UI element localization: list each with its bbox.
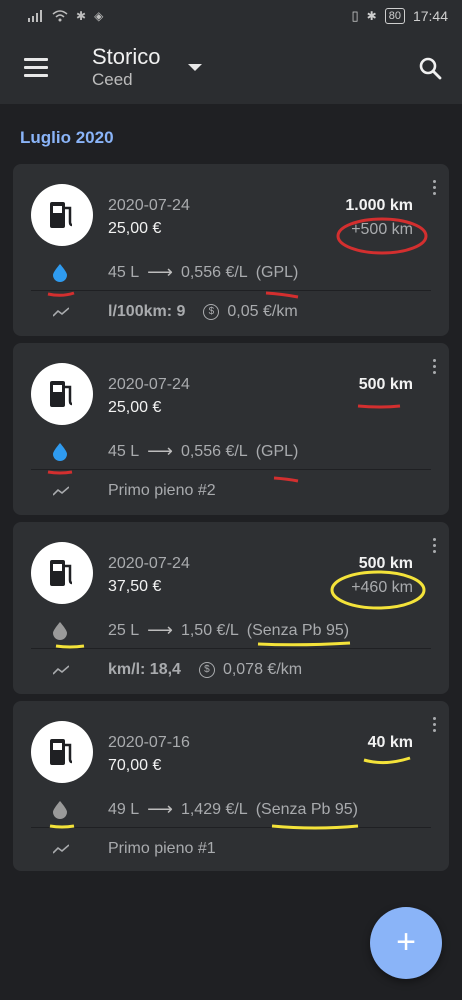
- stats-line: l/100km: 9 $ 0,05 €/km: [108, 303, 298, 321]
- divider: [31, 827, 431, 828]
- liters: 45 L: [108, 442, 140, 460]
- arrow-right-icon: ⟶: [147, 799, 173, 819]
- pump-avatar: [31, 184, 93, 246]
- entry-cost: 25,00 €: [108, 399, 162, 416]
- more-vert-icon[interactable]: [433, 180, 437, 198]
- liters: 25 L: [108, 621, 140, 639]
- status-icons-right: ▯ ✱ 80 17:44: [351, 8, 448, 24]
- pump-avatar: [31, 542, 93, 604]
- fuel-pump-icon: [50, 202, 73, 228]
- clock: 17:44: [412, 8, 448, 24]
- price-per-liter: 1,429 €/L: [180, 800, 248, 818]
- first-fill-label: Primo pieno #1: [108, 840, 216, 857]
- divider: [31, 648, 431, 649]
- liters: 45 L: [108, 263, 140, 281]
- fuel-line: 45 L ⟶ 0,556 €/L (GPL): [108, 441, 298, 462]
- dollar-icon: $: [203, 304, 220, 320]
- entry-date: 2020-07-16: [108, 734, 190, 751]
- menu-icon[interactable]: [24, 58, 48, 78]
- page-title: Storico: [92, 44, 161, 69]
- dollar-icon: $: [198, 662, 215, 678]
- status-icons-left: ✱ ◈: [28, 9, 103, 23]
- fuel-type: (Senza Pb 95): [255, 800, 358, 818]
- entry-cost: 25,00 €: [108, 220, 162, 237]
- bluetooth-icon: ✱: [76, 9, 87, 23]
- drop-icon: [53, 443, 67, 461]
- arrow-right-icon: ⟶: [147, 262, 173, 282]
- consumption-stat: l/100km: 9: [108, 303, 186, 320]
- odometer-km: 1.000 km: [345, 197, 413, 214]
- refuel-card[interactable]: 2020-07-24 37,50 € 500 km +460 km 25 L ⟶…: [13, 522, 449, 694]
- stats-line: km/l: 18,4 $ 0,078 €/km: [108, 661, 302, 679]
- trend-icon: [53, 307, 69, 317]
- dropdown-icon[interactable]: [188, 64, 202, 71]
- consumption-stat: km/l: 18,4: [108, 661, 181, 678]
- status-bar: ✱ ◈ ▯ ✱ 80 17:44: [0, 0, 462, 32]
- fuel-pump-icon: [50, 739, 73, 765]
- fuel-pump-icon: [50, 381, 73, 407]
- entry-date: 2020-07-24: [108, 197, 190, 214]
- more-vert-icon[interactable]: [433, 538, 437, 556]
- pump-avatar: [31, 363, 93, 425]
- fuel-line: 49 L ⟶ 1,429 €/L (Senza Pb 95): [108, 799, 358, 820]
- wifi-icon: [52, 10, 68, 22]
- drop-icon: [53, 622, 67, 640]
- trend-icon: [53, 486, 69, 496]
- km-delta: +500 km: [351, 221, 413, 238]
- divider: [31, 290, 431, 291]
- vibrate-icon: ▯: [351, 8, 359, 23]
- entry-date: 2020-07-24: [108, 555, 190, 572]
- km-delta: +460 km: [351, 579, 413, 596]
- odometer-km: 500 km: [358, 555, 413, 572]
- fuel-type: (GPL): [255, 442, 299, 460]
- more-vert-icon[interactable]: [433, 717, 437, 735]
- drop-icon: [53, 801, 67, 819]
- fuel-line: 25 L ⟶ 1,50 €/L (Senza Pb 95): [108, 620, 349, 641]
- entry-date: 2020-07-24: [108, 376, 190, 393]
- entry-cost: 70,00 €: [108, 757, 162, 774]
- refuel-card[interactable]: 2020-07-24 25,00 € 500 km 45 L ⟶ 0,556 €…: [13, 343, 449, 515]
- month-header: Luglio 2020: [20, 128, 114, 147]
- arrow-right-icon: ⟶: [147, 441, 173, 461]
- price-per-liter: 0,556 €/L: [180, 263, 248, 281]
- more-vert-icon[interactable]: [433, 359, 437, 377]
- refuel-card[interactable]: 2020-07-16 70,00 € 40 km 49 L ⟶ 1,429 €/…: [13, 701, 449, 871]
- app-toolbar: Storico Ceed: [0, 32, 462, 104]
- trend-icon: [53, 844, 69, 854]
- odometer-km: 40 km: [367, 734, 413, 751]
- drop-icon: [53, 264, 67, 282]
- first-fill-label: Primo pieno #2: [108, 482, 216, 499]
- fuel-type: (GPL): [255, 263, 299, 281]
- pump-avatar: [31, 721, 93, 783]
- stats-line: Primo pieno #1: [108, 840, 216, 858]
- vehicle-name: Ceed: [92, 70, 133, 89]
- stats-line: Primo pieno #2: [108, 482, 216, 500]
- search-icon[interactable]: [418, 56, 442, 80]
- trend-icon: [53, 665, 69, 675]
- fuel-type: (Senza Pb 95): [246, 621, 350, 639]
- bluetooth-icon-right: ✱: [366, 9, 377, 23]
- vehicle-selector[interactable]: Storico Ceed: [92, 44, 160, 90]
- fuel-line: 45 L ⟶ 0,556 €/L (GPL): [108, 262, 298, 283]
- nfc-icon: ◈: [94, 9, 104, 23]
- signal-icon: [28, 10, 42, 22]
- cost-per-km: 0,078 €/km: [222, 661, 303, 678]
- refuel-card[interactable]: 2020-07-24 25,00 € 1.000 km +500 km 45 L…: [13, 164, 449, 336]
- entry-cost: 37,50 €: [108, 578, 162, 595]
- liters: 49 L: [108, 800, 140, 818]
- divider: [31, 469, 431, 470]
- fuel-pump-icon: [50, 560, 73, 586]
- add-icon[interactable]: +: [370, 907, 442, 979]
- battery-indicator: 80: [384, 8, 405, 24]
- price-per-liter: 0,556 €/L: [180, 442, 248, 460]
- cost-per-km: 0,05 €/km: [227, 303, 298, 320]
- odometer-km: 500 km: [358, 376, 413, 393]
- arrow-right-icon: ⟶: [147, 620, 173, 640]
- price-per-liter: 1,50 €/L: [180, 621, 239, 639]
